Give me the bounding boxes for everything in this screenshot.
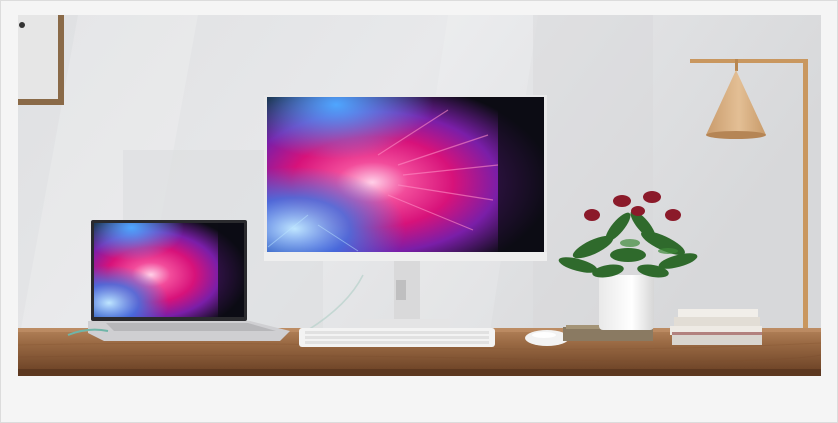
plant-pot (599, 275, 654, 330)
laptop-screen (94, 223, 244, 317)
wall-frame (18, 15, 64, 105)
desk-setup-illustration (18, 15, 821, 376)
monitor-screen (267, 97, 544, 252)
image-card (0, 0, 838, 423)
keyboard (299, 328, 495, 347)
desk-setup-photo (18, 15, 821, 376)
book-stack (670, 309, 762, 345)
monitor-base (360, 319, 450, 328)
